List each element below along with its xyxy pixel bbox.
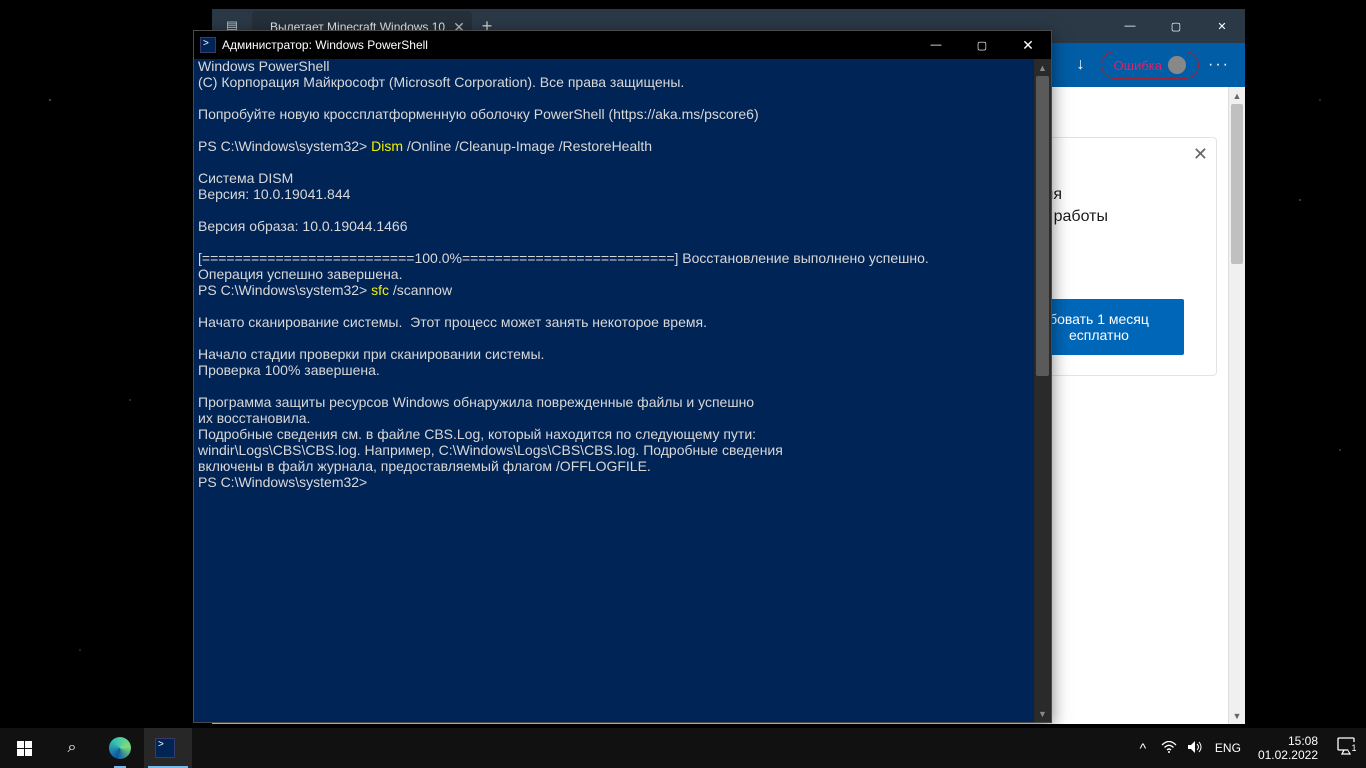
notification-badge: 1 — [1348, 742, 1360, 754]
date-text: 01.02.2022 — [1258, 748, 1318, 762]
avatar-icon — [1168, 56, 1186, 74]
downloads-icon[interactable]: ↓ — [1067, 56, 1095, 74]
volume-icon[interactable] — [1186, 740, 1204, 757]
start-button[interactable] — [0, 728, 48, 768]
taskbar: ⌕ ^ ENG 15:08 01.02.2022 1 — [0, 728, 1366, 768]
powershell-window: Администратор: Windows PowerShell — ▢ ✕ … — [193, 30, 1052, 723]
edge-minimize-button[interactable]: — — [1107, 9, 1153, 43]
card-close-icon[interactable]: ✕ — [1193, 144, 1208, 165]
scroll-up-icon[interactable]: ▲ — [1229, 87, 1245, 104]
edge-icon — [109, 737, 131, 759]
time-text: 15:08 — [1258, 734, 1318, 748]
wifi-icon[interactable] — [1160, 740, 1178, 756]
desktop: ▤ Вылетает Minecraft Windows 10 ✕ + — ▢ … — [0, 0, 1366, 768]
terminal-output[interactable]: Windows PowerShell (C) Корпорация Майкро… — [194, 59, 1051, 491]
ps-close-button[interactable]: ✕ — [1005, 31, 1051, 59]
windows-logo-icon — [17, 741, 32, 756]
ps-maximize-button[interactable]: ▢ — [959, 31, 1005, 59]
powershell-body[interactable]: Windows PowerShell (C) Корпорация Майкро… — [194, 59, 1051, 722]
store-scrollbar[interactable]: ▲ ▼ — [1228, 87, 1245, 724]
scroll-down-icon[interactable]: ▼ — [1034, 705, 1051, 722]
edge-maximize-button[interactable]: ▢ — [1153, 9, 1199, 43]
taskbar-powershell[interactable] — [144, 728, 192, 768]
ps-minimize-button[interactable]: — — [913, 31, 959, 59]
ps-scrollbar[interactable]: ▲ ▼ — [1034, 59, 1051, 722]
scroll-up-icon[interactable]: ▲ — [1034, 59, 1051, 76]
powershell-icon — [200, 37, 216, 53]
tray-chevron-icon[interactable]: ^ — [1134, 740, 1152, 756]
search-button[interactable]: ⌕ — [48, 728, 96, 768]
edge-window-controls: — ▢ ✕ — [1107, 9, 1245, 43]
language-indicator[interactable]: ENG — [1212, 739, 1244, 757]
more-button[interactable]: ··· — [1205, 56, 1233, 74]
scroll-thumb[interactable] — [1036, 76, 1049, 376]
edge-close-button[interactable]: ✕ — [1199, 9, 1245, 43]
search-icon: ⌕ — [68, 739, 77, 757]
action-center-button[interactable]: 1 — [1326, 737, 1366, 760]
window-title: Администратор: Windows PowerShell — [222, 38, 428, 52]
error-label: Ошибка — [1114, 58, 1162, 73]
system-tray: ^ ENG — [1128, 739, 1250, 757]
taskbar-edge[interactable] — [96, 728, 144, 768]
scroll-down-icon[interactable]: ▼ — [1229, 707, 1245, 724]
scroll-thumb[interactable] — [1231, 104, 1243, 264]
powershell-icon — [155, 738, 175, 758]
ps-window-controls: — ▢ ✕ — [913, 31, 1051, 59]
clock[interactable]: 15:08 01.02.2022 — [1250, 734, 1326, 762]
error-pill[interactable]: Ошибка — [1101, 51, 1199, 79]
powershell-titlebar[interactable]: Администратор: Windows PowerShell — ▢ ✕ — [194, 31, 1051, 59]
